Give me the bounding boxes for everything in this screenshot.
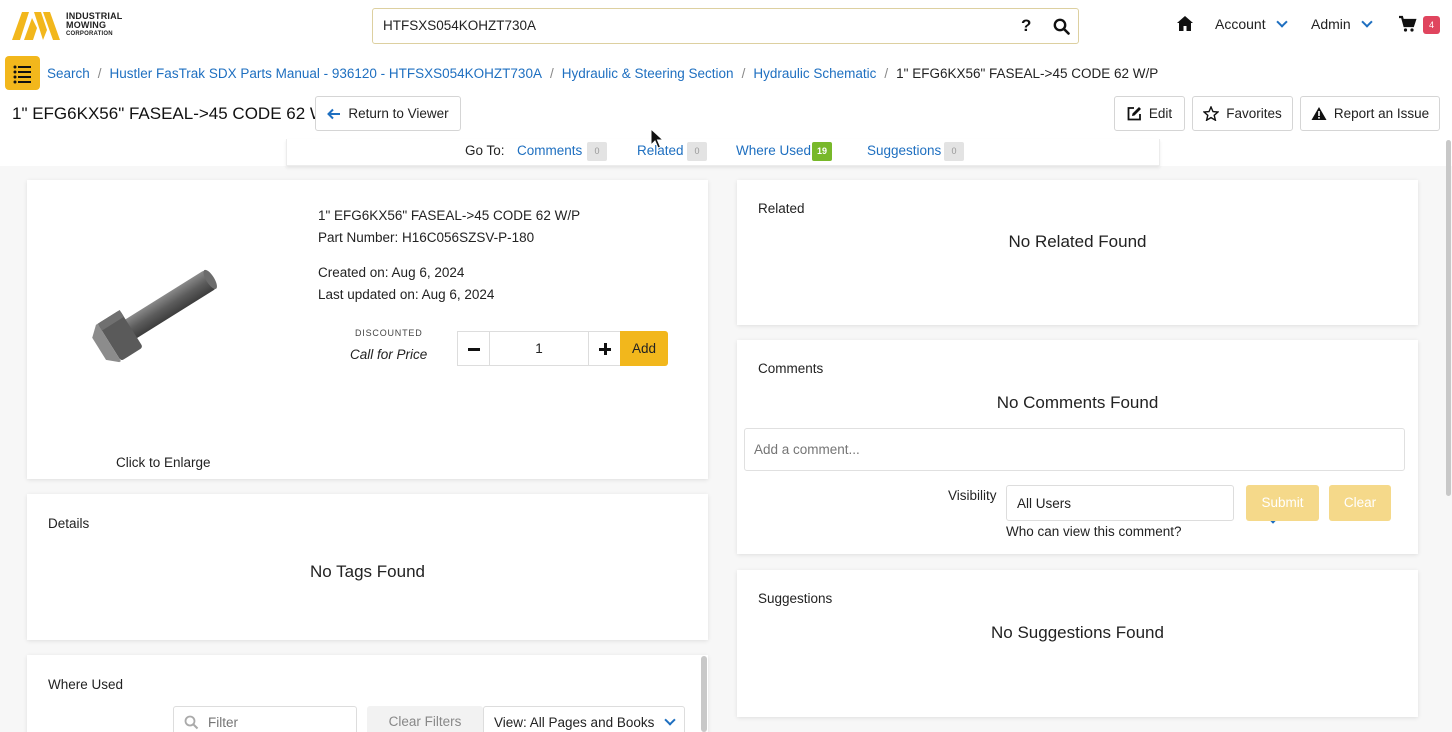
goto-comments-link[interactable]: Comments: [517, 143, 582, 158]
return-to-viewer-button[interactable]: Return to Viewer: [315, 96, 461, 131]
menu-toggle-button[interactable]: [5, 56, 40, 90]
company-logo[interactable]: INDUSTRIAL MOWING CORPORATION: [10, 8, 140, 42]
page-scrollbar[interactable]: [1446, 140, 1451, 496]
visibility-select[interactable]: All Users: [1006, 485, 1279, 524]
view-select[interactable]: View: All Pages and Books: [483, 706, 685, 732]
logo-mark-icon: [12, 12, 60, 40]
quantity-increment-button[interactable]: [588, 331, 621, 366]
details-title: Details: [48, 516, 90, 531]
goto-suggestions-link[interactable]: Suggestions: [867, 143, 941, 158]
list-icon: [13, 65, 31, 84]
page-title: 1" EFG6KX56" FASEAL->45 CODE 62 W/P: [12, 104, 343, 123]
comment-input[interactable]: [744, 428, 1405, 471]
admin-label: Admin: [1311, 16, 1351, 32]
price-text: Call for Price: [350, 347, 428, 362]
report-label: Report an Issue: [1333, 106, 1430, 121]
search-icon[interactable]: [1053, 18, 1070, 38]
breadcrumb: Search / Hustler FasTrak SDX Parts Manual …: [47, 66, 1158, 81]
related-card: Related No Related Found: [737, 180, 1418, 325]
part-name: 1" EFG6KX56" FASEAL->45 CODE 62 W/P: [318, 208, 581, 223]
part-image[interactable]: [82, 260, 232, 373]
where-used-card: Where Used Clear Filters View: All Pages…: [27, 655, 708, 732]
suggestions-empty-message: No Suggestions Found: [991, 623, 1164, 642]
breadcrumb-current: 1" EFG6KX56" FASEAL->45 CODE 62 W/P: [896, 66, 1159, 81]
arrow-left-icon: [327, 108, 341, 119]
breadcrumb-separator: /: [884, 66, 889, 81]
favorites-label: Favorites: [1226, 106, 1282, 121]
help-icon[interactable]: ?: [1021, 16, 1031, 36]
goto-where-used-link[interactable]: Where Used: [736, 143, 811, 158]
minus-icon: [468, 348, 480, 351]
suggestions-card: Suggestions No Suggestions Found: [737, 570, 1418, 717]
where-used-scrollbar[interactable]: [701, 656, 707, 732]
view-select-value: View: All Pages and Books: [494, 715, 655, 730]
created-date: Created on: Aug 6, 2024: [318, 265, 465, 280]
breadcrumb-item-search[interactable]: Search: [47, 66, 90, 81]
breadcrumb-item-manual[interactable]: Hustler FasTrak SDX Parts Manual - 93612…: [110, 66, 542, 81]
discounted-label: DISCOUNTED: [355, 328, 423, 338]
filter-box: [173, 706, 357, 732]
suggestions-count-badge: 0: [944, 142, 964, 161]
chevron-down-icon: [1361, 16, 1373, 28]
details-card: Details No Tags Found: [27, 494, 708, 640]
cart-icon[interactable]: [1398, 15, 1417, 36]
who-can-view-link[interactable]: Who can view this comment?: [1006, 524, 1182, 539]
where-used-count-badge: 19: [812, 142, 832, 161]
admin-menu[interactable]: Admin: [1311, 16, 1373, 32]
add-to-cart-button[interactable]: Add: [620, 331, 668, 366]
top-navbar: INDUSTRIAL MOWING CORPORATION ? Account …: [0, 0, 1452, 52]
report-issue-button[interactable]: Report an Issue: [1300, 96, 1440, 131]
comments-card: Comments No Comments Found Visibility Al…: [737, 340, 1418, 554]
clear-filters-button[interactable]: Clear Filters: [367, 706, 483, 732]
mouse-cursor-icon: [650, 127, 665, 153]
search-input[interactable]: [383, 18, 983, 33]
part-summary-card: Click to Enlarge 1" EFG6KX56" FASEAL->45…: [27, 180, 708, 479]
breadcrumb-separator: /: [741, 66, 746, 81]
favorites-button[interactable]: Favorites: [1192, 96, 1293, 131]
search-icon: [184, 715, 199, 730]
chevron-down-icon: [664, 714, 677, 726]
filter-input[interactable]: [208, 715, 348, 730]
goto-label: Go To:: [465, 143, 505, 158]
visibility-label: Visibility: [948, 488, 997, 503]
logo-wordmark: INDUSTRIAL MOWING CORPORATION: [66, 11, 123, 38]
details-empty-message: No Tags Found: [310, 562, 425, 581]
cart-count-badge: 4: [1423, 16, 1440, 34]
comments-count-badge: 0: [587, 142, 607, 161]
breadcrumb-item-section[interactable]: Hydraulic & Steering Section: [562, 66, 734, 81]
click-to-enlarge-label[interactable]: Click to Enlarge: [116, 455, 211, 470]
updated-date: Last updated on: Aug 6, 2024: [318, 287, 495, 302]
visibility-value: All Users: [1017, 496, 1072, 511]
quantity-decrement-button[interactable]: [457, 331, 490, 366]
clear-comment-button[interactable]: Clear: [1329, 485, 1391, 521]
where-used-title: Where Used: [48, 677, 124, 692]
edit-label: Edit: [1148, 106, 1173, 121]
related-empty-message: No Related Found: [1008, 232, 1147, 251]
chevron-down-icon: [1275, 16, 1288, 28]
star-icon: [1203, 106, 1220, 121]
comments-title: Comments: [758, 361, 824, 376]
search-box: ?: [372, 8, 1079, 44]
warning-icon: [1311, 107, 1327, 120]
edit-button[interactable]: Edit: [1114, 96, 1185, 131]
account-menu[interactable]: Account: [1215, 16, 1288, 32]
edit-icon: [1127, 107, 1141, 121]
related-title: Related: [758, 201, 805, 216]
related-count-badge: 0: [687, 142, 707, 161]
breadcrumb-item-schematic[interactable]: Hydraulic Schematic: [753, 66, 876, 81]
comments-empty-message: No Comments Found: [996, 393, 1159, 412]
breadcrumb-separator: /: [97, 66, 102, 81]
suggestions-title: Suggestions: [758, 591, 833, 606]
return-label: Return to Viewer: [348, 106, 449, 121]
bolt-image: [92, 269, 217, 363]
goto-bar: Go To: Comments 0 Related 0 Where Used 1…: [286, 139, 1160, 166]
account-label: Account: [1215, 16, 1266, 32]
home-icon[interactable]: [1176, 15, 1194, 35]
breadcrumb-separator: /: [549, 66, 554, 81]
part-number: Part Number: H16C056SZSV-P-180: [318, 230, 535, 245]
submit-comment-button[interactable]: Submit: [1246, 485, 1319, 521]
quantity-input[interactable]: [490, 331, 588, 366]
